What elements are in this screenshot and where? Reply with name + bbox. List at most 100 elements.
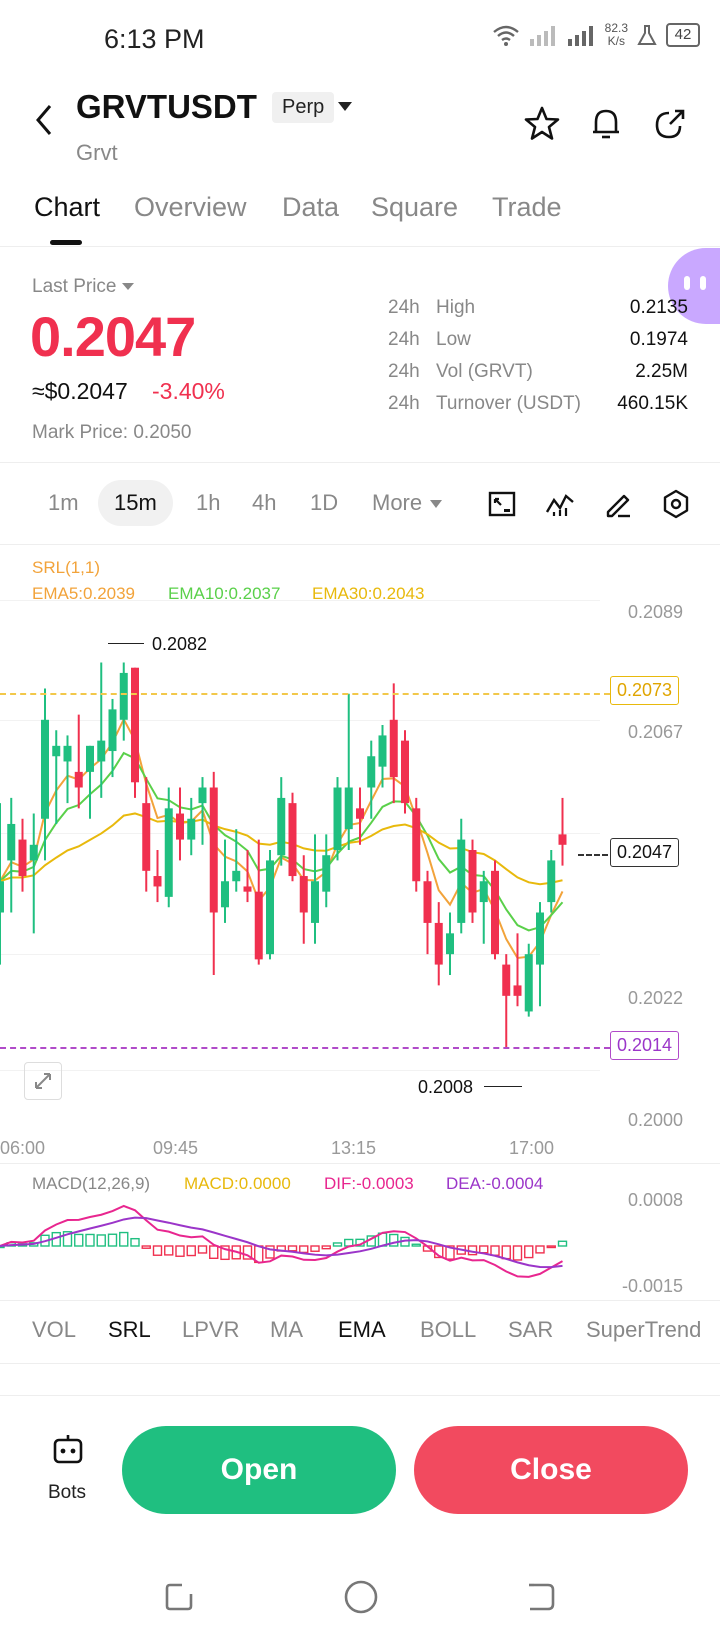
candle-up [221, 881, 229, 908]
interval-4h[interactable]: 4h [252, 490, 276, 516]
macd-bar [535, 1245, 545, 1254]
caret-down-icon [430, 500, 443, 509]
candle-down [502, 964, 511, 996]
indicator-vol[interactable]: VOL [32, 1317, 76, 1343]
dif-value: DIF:-0.0003 [324, 1174, 414, 1193]
battery-icon: 42 [666, 23, 700, 47]
indicator-lpvr[interactable]: LPVR [182, 1317, 239, 1343]
support-line [0, 1047, 610, 1049]
tab-trade[interactable]: Trade [492, 192, 562, 223]
y-axis-label: 0.2067 [628, 722, 684, 742]
candle-up [322, 855, 331, 892]
indicator-icon[interactable] [544, 488, 576, 520]
macd-bar [209, 1245, 219, 1259]
back-nav-icon[interactable] [524, 1580, 558, 1614]
current-price-line [578, 854, 608, 856]
macd-bar [85, 1233, 95, 1247]
close-position-button[interactable]: Close [414, 1426, 688, 1514]
indicator-boll[interactable]: BOLL [420, 1317, 476, 1343]
status-icons: 82.3 K/s 42 [491, 22, 700, 48]
tab-chart[interactable]: Chart [34, 192, 100, 223]
bots-label[interactable]: Bots [48, 1482, 86, 1504]
stat-24h-turnover: 24h Turnover (USDT) 460.15K [388, 393, 688, 414]
last-price-label[interactable]: Last Price [32, 276, 135, 298]
candle-up [344, 787, 353, 830]
interval-1d[interactable]: 1D [310, 490, 338, 516]
candle-up [0, 881, 4, 913]
candle-up [479, 881, 488, 903]
candle-down [401, 740, 409, 804]
indicator-sar[interactable]: SAR [508, 1317, 553, 1343]
tab-overview[interactable]: Overview [134, 192, 247, 223]
candle-down [389, 719, 398, 778]
candle-up [86, 745, 94, 772]
signal-icon-2 [567, 26, 593, 46]
indicator-srl[interactable]: SRL [108, 1317, 151, 1343]
interval-1h[interactable]: 1h [196, 490, 220, 516]
back-arrow-icon[interactable] [30, 100, 60, 140]
candle-up [547, 860, 556, 903]
candle-up [378, 735, 387, 767]
candle-down [153, 876, 162, 887]
settings-icon[interactable] [660, 488, 692, 520]
recent-apps-icon[interactable] [162, 1580, 196, 1614]
x-axis-label: 17:00 [509, 1138, 555, 1158]
macd-bar [164, 1245, 174, 1256]
low-marker: 0.2008 [418, 1077, 474, 1097]
tab-data[interactable]: Data [282, 192, 339, 223]
macd-bar [332, 1242, 343, 1247]
star-icon[interactable] [522, 104, 562, 144]
caret-down-icon[interactable] [338, 102, 352, 111]
interval-1m[interactable]: 1m [48, 490, 79, 516]
candle-down [74, 771, 83, 788]
interval-more[interactable]: More [372, 490, 443, 516]
pair-symbol[interactable]: GRVTUSDT [76, 88, 257, 126]
y-axis-label: 0.2000 [628, 1110, 684, 1130]
lab-icon [637, 25, 657, 45]
indicator-tabs: VOL SRL LPVR MA EMA BOLL SAR SuperTrend [0, 1300, 720, 1364]
macd-axis-bottom: -0.0015 [622, 1276, 684, 1296]
robot-icon[interactable] [50, 1432, 86, 1468]
divider [0, 462, 720, 463]
tab-square[interactable]: Square [371, 192, 458, 223]
main-tabs: Chart Overview Data Square Trade [0, 186, 720, 247]
macd-bar [557, 1240, 568, 1247]
candle-up [524, 954, 533, 1012]
candle-up [29, 844, 38, 861]
macd-bar [130, 1237, 140, 1247]
price-change-percent: -3.40% [152, 378, 225, 404]
net-speed: 82.3 K/s [604, 21, 628, 48]
macd-bar [310, 1245, 320, 1252]
interval-15m[interactable]: 15m [98, 480, 173, 526]
macd-value: MACD:0.0000 [184, 1174, 291, 1193]
y-axis-label: 0.2022 [628, 988, 684, 1008]
pencil-icon[interactable] [602, 488, 634, 520]
candle-down [491, 870, 499, 955]
macd-lines [0, 1204, 563, 1278]
expand-chart-button[interactable] [24, 1062, 62, 1100]
pair-name: Grvt [76, 140, 118, 165]
candle-up [108, 709, 117, 752]
bell-icon[interactable] [586, 104, 626, 144]
macd-bar [107, 1233, 118, 1247]
macd-bar [490, 1245, 500, 1256]
y-axis-label: 0.2089 [628, 602, 684, 622]
indicator-supertrend[interactable]: SuperTrend [586, 1317, 720, 1343]
wifi-icon [492, 25, 519, 46]
x-axis-label: 09:45 [153, 1138, 199, 1158]
mark-price: Mark Price: 0.2050 [32, 422, 192, 443]
resistance-price-tag: 0.2073 [610, 676, 680, 705]
candle-up [187, 818, 196, 840]
indicator-ema[interactable]: EMA [338, 1317, 386, 1343]
x-axis-label: 13:15 [331, 1138, 377, 1158]
status-bar: 6:13 PM 82.3 K/s 42 [0, 0, 720, 80]
contract-type-badge[interactable]: Perp [272, 92, 335, 123]
indicator-ma[interactable]: MA [270, 1317, 303, 1343]
home-icon[interactable] [342, 1578, 380, 1616]
share-icon[interactable] [650, 104, 690, 144]
stat-24h-high: 24h High 0.2135 [388, 297, 688, 318]
open-position-button[interactable]: Open [122, 1426, 396, 1514]
current-price-tag[interactable]: 0.2047 [610, 838, 680, 867]
fullscreen-chart-icon[interactable] [486, 488, 518, 520]
macd-bar [287, 1245, 298, 1252]
